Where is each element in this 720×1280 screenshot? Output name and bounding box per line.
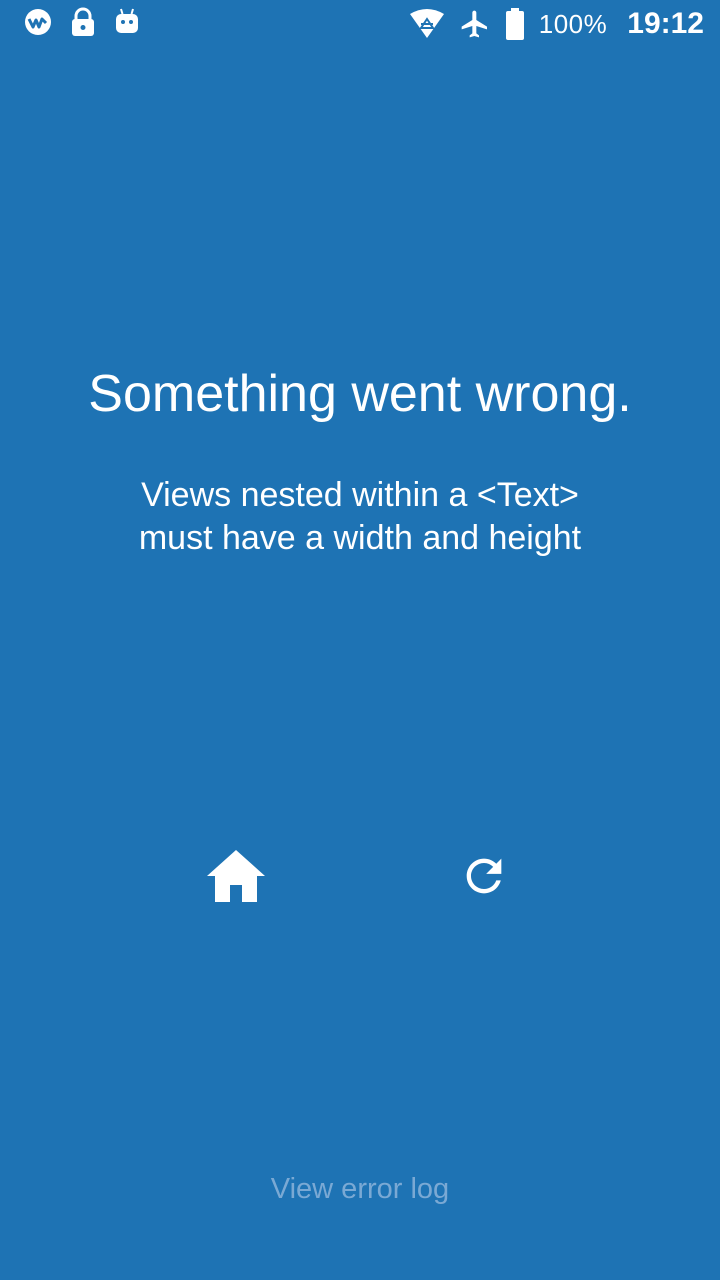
status-clock: 19:12 xyxy=(627,7,704,40)
home-icon xyxy=(205,848,267,909)
reload-icon xyxy=(458,850,510,907)
android-icon xyxy=(114,7,140,42)
error-message: Views nested within a <Text> must have a… xyxy=(60,474,660,560)
reload-button[interactable] xyxy=(444,840,524,916)
error-message-line-1: Views nested within a <Text> xyxy=(141,476,579,514)
battery-icon xyxy=(505,8,525,40)
battery-percentage: 100% xyxy=(538,8,608,39)
app-logo-icon xyxy=(24,8,52,41)
wifi-icon xyxy=(409,9,445,39)
status-left-icons xyxy=(24,7,140,42)
airplane-mode-icon xyxy=(459,8,491,40)
status-bar: 100% 19:12 xyxy=(0,0,720,48)
view-error-log-link[interactable]: View error log xyxy=(0,1170,720,1208)
error-message-line-2: must have a width and height xyxy=(138,519,582,557)
home-button[interactable] xyxy=(196,840,276,916)
lock-icon xyxy=(70,7,96,42)
error-title: Something went wrong. xyxy=(88,365,632,423)
status-right-icons: 100% 19:12 xyxy=(409,6,704,42)
